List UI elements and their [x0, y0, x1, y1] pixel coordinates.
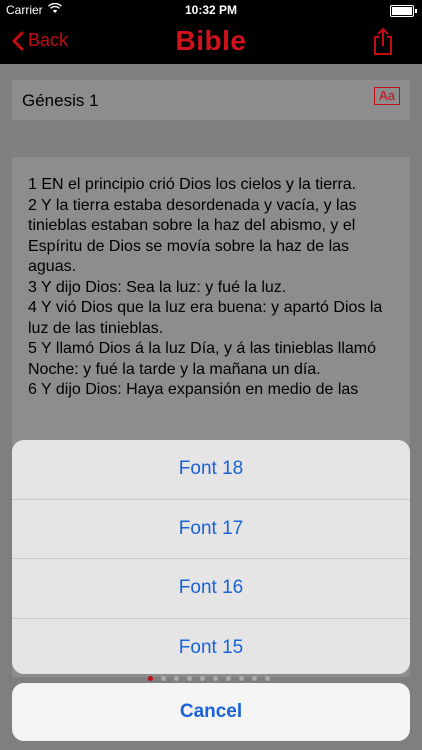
page-dot [200, 676, 205, 681]
top-bar: Carrier 10:32 PM Back Bible [0, 0, 422, 64]
chapter-header: Génesis 1 Aa [12, 80, 410, 120]
share-icon[interactable] [372, 27, 394, 61]
page-dot [161, 676, 166, 681]
cancel-button[interactable]: Cancel [12, 683, 410, 741]
font-16-option[interactable]: Font 16 [12, 559, 410, 619]
font-18-option[interactable]: Font 18 [12, 440, 410, 500]
page-dot [252, 676, 257, 681]
verse: 2 Y la tierra estaba desordenada y vacía… [28, 196, 357, 276]
page-dot [265, 676, 270, 681]
chapter-title: Génesis 1 [22, 91, 99, 110]
page-dot [187, 676, 192, 681]
status-bar: Carrier 10:32 PM [0, 0, 422, 22]
battery-icon [390, 5, 417, 17]
page-indicator [148, 676, 270, 681]
verse: 5 Y llamó Dios á la luz Día, y á las tin… [28, 340, 377, 378]
page-dot [174, 676, 179, 681]
font-size-button[interactable]: Aa [374, 87, 400, 105]
font-action-sheet: Font 18 Font 17 Font 16 Font 15 [12, 440, 410, 674]
verse: 4 Y vió Dios que la luz era buena: y apa… [28, 299, 383, 337]
verse-list: 1 EN el principio crió Dios los cielos y… [28, 175, 398, 401]
verse: 6 Y dijo Dios: Haya expansión en medio d… [28, 381, 359, 398]
verse: 3 Y dijo Dios: Sea la luz: y fué la luz. [28, 278, 287, 296]
page-dot [226, 676, 231, 681]
page-dot [213, 676, 218, 681]
font-15-option[interactable]: Font 15 [12, 619, 410, 675]
navigation-bar: Back Bible [0, 22, 422, 64]
page-dot [148, 676, 153, 681]
clock: 10:32 PM [184, 3, 238, 17]
font-17-option[interactable]: Font 17 [12, 500, 410, 559]
verse: 1 EN el principio crió Dios los cielos y… [28, 176, 357, 193]
app-title: Bible [175, 25, 247, 56]
page-dot [239, 676, 244, 681]
